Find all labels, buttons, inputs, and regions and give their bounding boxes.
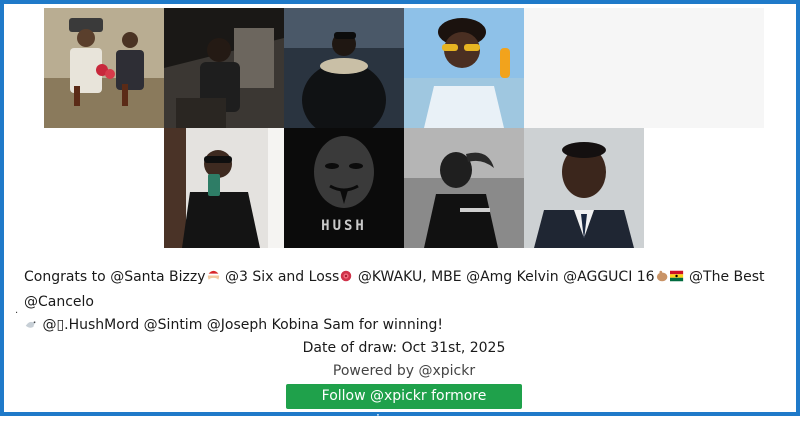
powered-by: Powered by @xpickr — [332, 363, 476, 379]
winner-handle[interactable]: @▯.HushMord — [42, 317, 139, 333]
winner-handle[interactable]: @The Best — [689, 269, 765, 285]
photo-profile-bw — [404, 128, 524, 248]
draw-date: Date of draw: Oct 31st, 2025 — [302, 340, 506, 356]
winners-photo-row-1 — [44, 8, 764, 128]
winner-handle[interactable]: @Sintim — [144, 317, 203, 333]
winner-handle[interactable]: @AGGUCI 16 — [563, 269, 654, 285]
hand-and-ghana-flag-icon — [655, 268, 685, 291]
winner-handle[interactable]: @Santa Bizzy — [110, 269, 205, 285]
winner-handle[interactable]: @Cancelo — [24, 294, 94, 310]
santa-face-icon — [206, 268, 221, 291]
photo-man-in-suit — [524, 128, 644, 248]
winners-announcement: Congrats to @Santa Bizzy @3 Six and Loss… — [24, 266, 788, 339]
photo-hush-mask: HUSH — [284, 128, 404, 248]
follow-button[interactable]: Follow @xpickr formore giveaways — [286, 384, 522, 429]
photo-young-man-sunglasses — [404, 8, 524, 128]
hush-mask-caption: HUSH — [321, 218, 367, 234]
winner-handle[interactable]: @Amg Kelvin — [466, 269, 559, 285]
photo-man-in-hooded-jacket — [284, 8, 404, 128]
dove-icon — [24, 316, 38, 339]
winner-handle[interactable]: @3 Six and Loss — [225, 269, 339, 285]
winner-handle[interactable]: @KWAKU, MBE — [358, 269, 462, 285]
winners-photo-row-2: HUSH — [164, 128, 644, 248]
photo-mirror-selfie — [164, 128, 284, 248]
stray-mark: . — [15, 305, 19, 316]
photo-elderly-man-and-boy — [44, 8, 164, 128]
photo-man-in-car-doorway — [164, 8, 284, 128]
winner-handle[interactable]: @Joseph Kobina Sam — [207, 317, 355, 333]
gallery-empty-slot — [524, 8, 764, 128]
winners-lead: Congrats to — [24, 269, 106, 285]
giveaway-card: HUSH Congrats to @Santa Bizzy @3 Six and… — [0, 0, 800, 429]
red-flower-icon — [339, 268, 353, 291]
winners-tail: for winning! — [358, 317, 443, 333]
